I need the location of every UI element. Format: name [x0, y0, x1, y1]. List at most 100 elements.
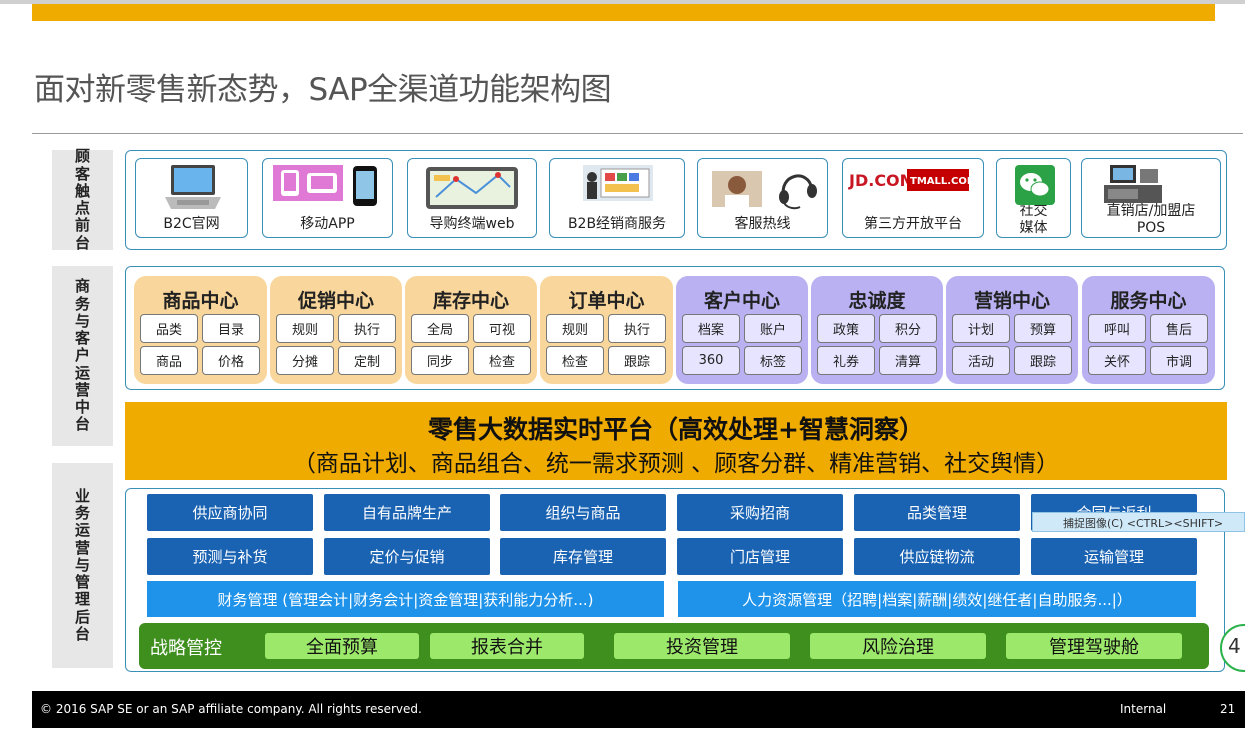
hub-cell[interactable]: 可视 — [473, 314, 531, 343]
hub-3[interactable]: 订单中心 规则 执行 检查 跟踪 — [540, 276, 673, 384]
channel-guide-web[interactable]: 导购终端web — [407, 158, 537, 238]
hub-cell[interactable]: 检查 — [546, 346, 604, 375]
headset-icon — [712, 171, 817, 210]
hub-cell[interactable]: 礼券 — [817, 346, 875, 375]
channel-label: 移动APP — [300, 216, 355, 232]
hub-cell[interactable]: 计划 — [952, 314, 1010, 343]
hub-cell[interactable]: 清算 — [879, 346, 937, 375]
channel-label: 导购终端web — [429, 216, 515, 232]
hub-title: 忠诚度 — [848, 290, 906, 312]
back-office-module[interactable]: 采购招商 — [677, 494, 843, 531]
channel-mobile-app[interactable]: 移动APP — [262, 158, 393, 238]
footer-bar: © 2016 SAP SE or an SAP affiliate compan… — [32, 691, 1245, 728]
hub-cell[interactable]: 政策 — [817, 314, 875, 343]
hub-cell[interactable]: 规则 — [546, 314, 604, 343]
hub-cell[interactable]: 品类 — [140, 314, 198, 343]
hub-cell[interactable]: 检查 — [473, 346, 531, 375]
channel-b2c[interactable]: B2C官网 — [135, 158, 248, 238]
channel-label: B2B经销商服务 — [567, 216, 667, 232]
hub-cell[interactable]: 目录 — [202, 314, 260, 343]
hub-cell[interactable]: 市调 — [1150, 346, 1208, 375]
hub-cell[interactable]: 定制 — [338, 346, 396, 375]
hub-cell[interactable]: 商品 — [140, 346, 198, 375]
hub-4[interactable]: 客户中心 档案 账户 360 标签 — [676, 276, 808, 384]
channel-hotline[interactable]: 客服热线 — [697, 158, 828, 238]
bigdata-subtitle: （商品计划、商品组合、统一需求预测 、顾客分群、精准营销、社交舆情） — [292, 451, 1060, 477]
title-divider — [32, 133, 1243, 134]
channel-social[interactable]: 社交媒体 — [996, 158, 1071, 238]
pos-terminal-icon — [1104, 165, 1162, 203]
hub-cell[interactable]: 价格 — [202, 346, 260, 375]
hub-cell[interactable]: 分摊 — [276, 346, 334, 375]
side-label-middle: 商务与客户运营中台 — [52, 266, 113, 446]
tmall-logo-text: TMALL.COM — [910, 176, 969, 187]
side-label-middle-text: 商务与客户运营中台 — [74, 277, 90, 434]
hub-cell[interactable]: 售后 — [1150, 314, 1208, 343]
strategy-item[interactable]: 报表合并 — [430, 633, 584, 659]
hub-cell[interactable]: 执行 — [608, 314, 666, 343]
hub-cell[interactable]: 同步 — [411, 346, 469, 375]
back-office-module[interactable]: 组织与商品 — [500, 494, 666, 531]
hub-title: 服务中心 — [1110, 290, 1187, 312]
hub-title: 促销中心 — [297, 290, 374, 312]
back-office-module[interactable]: 门店管理 — [677, 538, 843, 575]
strategy-item[interactable]: 管理驾驶舱 — [1006, 633, 1182, 659]
hub-cell[interactable]: 360 — [682, 346, 740, 375]
hub-0[interactable]: 商品中心 品类 目录 商品 价格 — [134, 276, 267, 384]
strategy-item[interactable]: 全面预算 — [265, 633, 419, 659]
channel-label: B2C官网 — [163, 216, 220, 232]
back-office-module[interactable]: 供应链物流 — [854, 538, 1020, 575]
bigdata-title: 零售大数据实时平台（高效处理+智慧洞察） — [428, 415, 924, 444]
strategy-item[interactable]: 风险治理 — [810, 633, 986, 659]
footer-copyright: © 2016 SAP SE or an SAP affiliate compan… — [40, 702, 422, 716]
wechat-icon — [1015, 165, 1055, 205]
presentation-screen-icon — [583, 165, 653, 201]
laptop-icon — [165, 165, 221, 209]
hub-5[interactable]: 忠诚度 政策 积分 礼券 清算 — [811, 276, 943, 384]
channel-label: 直销店/加盟店POS — [1106, 203, 1196, 237]
hub-title: 客户中心 — [703, 290, 780, 312]
strategy-label: 战略管控 — [150, 638, 222, 659]
finance-management-box[interactable]: 财务管理 (管理会计|财务会计|资金管理|获利能力分析...) — [147, 581, 664, 617]
back-office-module[interactable]: 自有品牌生产 — [324, 494, 490, 531]
hub-cell[interactable]: 呼叫 — [1088, 314, 1146, 343]
strategy-item[interactable]: 投资管理 — [614, 633, 790, 659]
capture-tooltip: 捕捉图像(C) <CTRL><SHIFT> — [1032, 512, 1245, 532]
hub-cell[interactable]: 全局 — [411, 314, 469, 343]
hub-1[interactable]: 促销中心 规则 执行 分摊 定制 — [270, 276, 402, 384]
back-office-module[interactable]: 品类管理 — [854, 494, 1020, 531]
jd-logo-text: JD.COM — [848, 171, 916, 190]
hub-cell[interactable]: 活动 — [952, 346, 1010, 375]
channel-label: 第三方开放平台 — [864, 216, 962, 232]
channel-label: 社交媒体 — [1019, 203, 1048, 237]
channel-third-party[interactable]: JD.COM TMALL.COM 第三方开放平台 — [842, 158, 984, 238]
back-office-module[interactable]: 运输管理 — [1031, 538, 1197, 575]
hub-cell[interactable]: 跟踪 — [608, 346, 666, 375]
hub-cell[interactable]: 积分 — [879, 314, 937, 343]
hub-cell[interactable]: 规则 — [276, 314, 334, 343]
channel-b2b[interactable]: B2B经销商服务 — [549, 158, 685, 238]
page-number: 21 — [1220, 702, 1236, 716]
hub-cell[interactable]: 关怀 — [1088, 346, 1146, 375]
hr-management-box[interactable]: 人力资源管理（招聘|档案|薪酬|绩效|继任者|自助服务...|） — [678, 581, 1196, 617]
hub-cell[interactable]: 账户 — [744, 314, 802, 343]
channel-pos[interactable]: 直销店/加盟店POS — [1081, 158, 1221, 238]
hub-cell[interactable]: 跟踪 — [1014, 346, 1072, 375]
hub-cell[interactable]: 预算 — [1014, 314, 1072, 343]
side-label-front-text: 顾客触点前台 — [74, 147, 90, 252]
hub-cell[interactable]: 标签 — [744, 346, 802, 375]
hub-title: 库存中心 — [432, 290, 509, 312]
accent-bar — [32, 4, 1215, 21]
back-office-module[interactable]: 定价与促销 — [324, 538, 490, 575]
back-office-module[interactable]: 供应商协同 — [147, 494, 313, 531]
back-office-module[interactable]: 预测与补货 — [147, 538, 313, 575]
tablet-map-icon — [426, 167, 518, 209]
hub-cell[interactable]: 执行 — [338, 314, 396, 343]
hub-cell[interactable]: 档案 — [682, 314, 740, 343]
back-office-module[interactable]: 库存管理 — [500, 538, 666, 575]
hub-7[interactable]: 服务中心 呼叫 售后 关怀 市调 — [1082, 276, 1215, 384]
hub-2[interactable]: 库存中心 全局 可视 同步 检查 — [405, 276, 537, 384]
hub-6[interactable]: 营销中心 计划 预算 活动 跟踪 — [946, 276, 1078, 384]
hub-title: 营销中心 — [973, 290, 1050, 312]
hub-title: 订单中心 — [568, 290, 645, 312]
